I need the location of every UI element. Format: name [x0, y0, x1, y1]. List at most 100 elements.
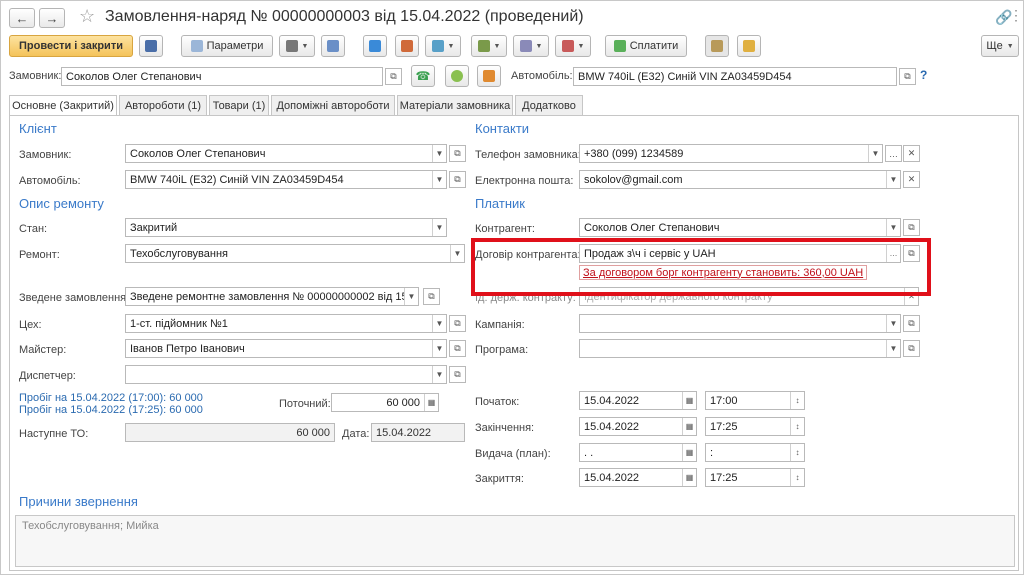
- users-button[interactable]: ▼: [471, 35, 507, 57]
- debt-link[interactable]: За договором борг контрагенту становить:…: [579, 265, 868, 280]
- shop-field[interactable]: 1-ст. підйомник №1 ▼: [125, 314, 447, 333]
- start-time-field[interactable]: 17:00 ↕: [705, 391, 805, 410]
- phone-select-button[interactable]: …: [885, 145, 902, 162]
- tab-goods[interactable]: Товари (1): [209, 95, 269, 115]
- program-dropdown-icon[interactable]: ▼: [886, 340, 900, 357]
- pay-button[interactable]: Сплатити: [605, 35, 687, 57]
- start-calendar-icon[interactable]: ▦: [682, 392, 696, 409]
- campaign-field[interactable]: ▼: [579, 314, 901, 333]
- current-mileage-value: 60 000: [386, 396, 420, 409]
- client-car-field[interactable]: BMW 740iL (E32) Синій VIN ZA03459D454 ▼: [125, 170, 447, 189]
- mileage-link-2[interactable]: Пробіг на 15.04.2022 (17:25): 60 000: [19, 404, 203, 416]
- end-time-spinner[interactable]: ↕: [790, 418, 804, 435]
- message-button[interactable]: [445, 65, 469, 87]
- menu-dots-icon[interactable]: ⋮: [1009, 7, 1023, 24]
- email-field[interactable]: sokolov@gmail.com ▼: [579, 170, 901, 189]
- campaign-open-icon[interactable]: ⧉: [903, 315, 920, 332]
- calculator-icon[interactable]: ▦: [424, 394, 438, 411]
- close-time-field[interactable]: 17:25 ↕: [705, 468, 805, 487]
- client-car-open-icon[interactable]: ⧉: [449, 171, 466, 188]
- client-car-dropdown-icon[interactable]: ▼: [432, 171, 446, 188]
- client-customer-dropdown-icon[interactable]: ▼: [432, 145, 446, 162]
- tab-customer-materials[interactable]: Матеріали замовника: [397, 95, 513, 115]
- repair-state-dropdown-icon[interactable]: ▼: [432, 219, 446, 236]
- view-button[interactable]: ▼: [513, 35, 549, 57]
- counterparty-open-icon[interactable]: ⧉: [903, 219, 920, 236]
- mileage-link-1[interactable]: Пробіг на 15.04.2022 (17:00): 60 000: [19, 392, 203, 404]
- structure-button[interactable]: [321, 35, 345, 57]
- phone-label: Телефон замовника:: [475, 149, 581, 161]
- close-time-spinner[interactable]: ↕: [790, 469, 804, 486]
- client-customer-field[interactable]: Соколов Олег Степанович ▼: [125, 144, 447, 163]
- save-button[interactable]: [139, 35, 163, 57]
- issue-date-field[interactable]: . . ▦: [579, 443, 697, 462]
- dispatcher-field[interactable]: ▼: [125, 365, 447, 384]
- shop-dropdown-icon[interactable]: ▼: [432, 315, 446, 332]
- header-customer-field[interactable]: Соколов Олег Степанович: [61, 67, 383, 86]
- counterparty-dropdown-icon[interactable]: ▼: [886, 219, 900, 236]
- start-time-spinner[interactable]: ↕: [790, 392, 804, 409]
- phone-field[interactable]: +380 (099) 1234589 ▼: [579, 144, 883, 163]
- master-value: Іванов Петро Іванович: [130, 342, 245, 355]
- parameters-button[interactable]: Параметри: [181, 35, 273, 57]
- favorite-star-icon[interactable]: ☆: [79, 6, 95, 27]
- forward-button[interactable]: →: [39, 8, 65, 28]
- repair-type-dropdown-icon[interactable]: ▼: [450, 245, 464, 262]
- dispatcher-dropdown-icon[interactable]: ▼: [432, 366, 446, 383]
- master-field[interactable]: Іванов Петро Іванович ▼: [125, 339, 447, 358]
- end-time-field[interactable]: 17:25 ↕: [705, 417, 805, 436]
- post-close-button[interactable]: Провести і закрити: [9, 35, 133, 57]
- program-open-icon[interactable]: ⧉: [903, 340, 920, 357]
- master-open-icon[interactable]: ⧉: [449, 340, 466, 357]
- issue-calendar-icon[interactable]: ▦: [682, 444, 696, 461]
- header-customer-open-icon[interactable]: ⧉: [385, 68, 402, 85]
- campaign-dropdown-icon[interactable]: ▼: [886, 315, 900, 332]
- email-dropdown-icon[interactable]: ▼: [886, 171, 900, 188]
- summary-order-field[interactable]: Зведене ремонтне замовлення № 0000000000…: [125, 287, 419, 306]
- tab-additional[interactable]: Додатково: [515, 95, 583, 115]
- tab-aux-works[interactable]: Допоміжні автороботи: [271, 95, 395, 115]
- end-calendar-icon[interactable]: ▦: [682, 418, 696, 435]
- reasons-text: Техобслуговування; Мийка: [22, 520, 159, 532]
- back-button[interactable]: ←: [9, 8, 35, 28]
- repair-type-field[interactable]: Техобслуговування ▼: [125, 244, 465, 263]
- repair-state-label: Стан:: [19, 223, 48, 235]
- header-car-open-icon[interactable]: ⧉: [899, 68, 916, 85]
- header-customer-value: Соколов Олег Степанович: [66, 70, 202, 83]
- header-car-field[interactable]: BMW 740iL (E32) Синій VIN ZA03459D454: [573, 67, 897, 86]
- reasons-textarea[interactable]: Техобслуговування; Мийка: [15, 515, 1015, 567]
- attachment-button[interactable]: [705, 35, 729, 57]
- program-field[interactable]: ▼: [579, 339, 901, 358]
- repair-state-field[interactable]: Закритий ▼: [125, 218, 447, 237]
- current-mileage-field[interactable]: 60 000 ▦: [331, 393, 439, 412]
- close-date-field[interactable]: 15.04.2022 ▦: [579, 468, 697, 487]
- master-dropdown-icon[interactable]: ▼: [432, 340, 446, 357]
- tab-autoworks[interactable]: Автороботи (1): [119, 95, 207, 115]
- end-date-field[interactable]: 15.04.2022 ▦: [579, 417, 697, 436]
- issue-time-field[interactable]: : ↕: [705, 443, 805, 462]
- more-button[interactable]: Ще ▼: [981, 35, 1019, 57]
- phone-clear-icon[interactable]: ✕: [903, 145, 920, 162]
- lock-button[interactable]: [737, 35, 761, 57]
- create-based-button[interactable]: ▼: [425, 35, 461, 57]
- start-date-field[interactable]: 15.04.2022 ▦: [579, 391, 697, 410]
- help-icon[interactable]: ?: [920, 68, 927, 82]
- print-button[interactable]: ▼: [279, 35, 315, 57]
- tab-main[interactable]: Основне (Закритий): [9, 95, 117, 116]
- document-button[interactable]: ▼: [555, 35, 591, 57]
- issue-time-spinner[interactable]: ↕: [790, 444, 804, 461]
- shop-open-icon[interactable]: ⧉: [449, 315, 466, 332]
- call-button[interactable]: ☎: [411, 65, 435, 87]
- dispatcher-open-icon[interactable]: ⧉: [449, 366, 466, 383]
- counterparty-field[interactable]: Соколов Олег Степанович ▼: [579, 218, 901, 237]
- client-customer-open-icon[interactable]: ⧉: [449, 145, 466, 162]
- email-clear-icon[interactable]: ✕: [903, 171, 920, 188]
- summary-order-dropdown-icon[interactable]: ▼: [404, 288, 418, 305]
- phone-dropdown-icon[interactable]: ▼: [868, 145, 882, 162]
- report-button[interactable]: [395, 35, 419, 57]
- upload-button[interactable]: [477, 65, 501, 87]
- summary-order-open-icon[interactable]: ⧉: [423, 288, 440, 305]
- close-calendar-icon[interactable]: ▦: [682, 469, 696, 486]
- move-button[interactable]: [363, 35, 387, 57]
- master-label: Майстер:: [19, 344, 67, 356]
